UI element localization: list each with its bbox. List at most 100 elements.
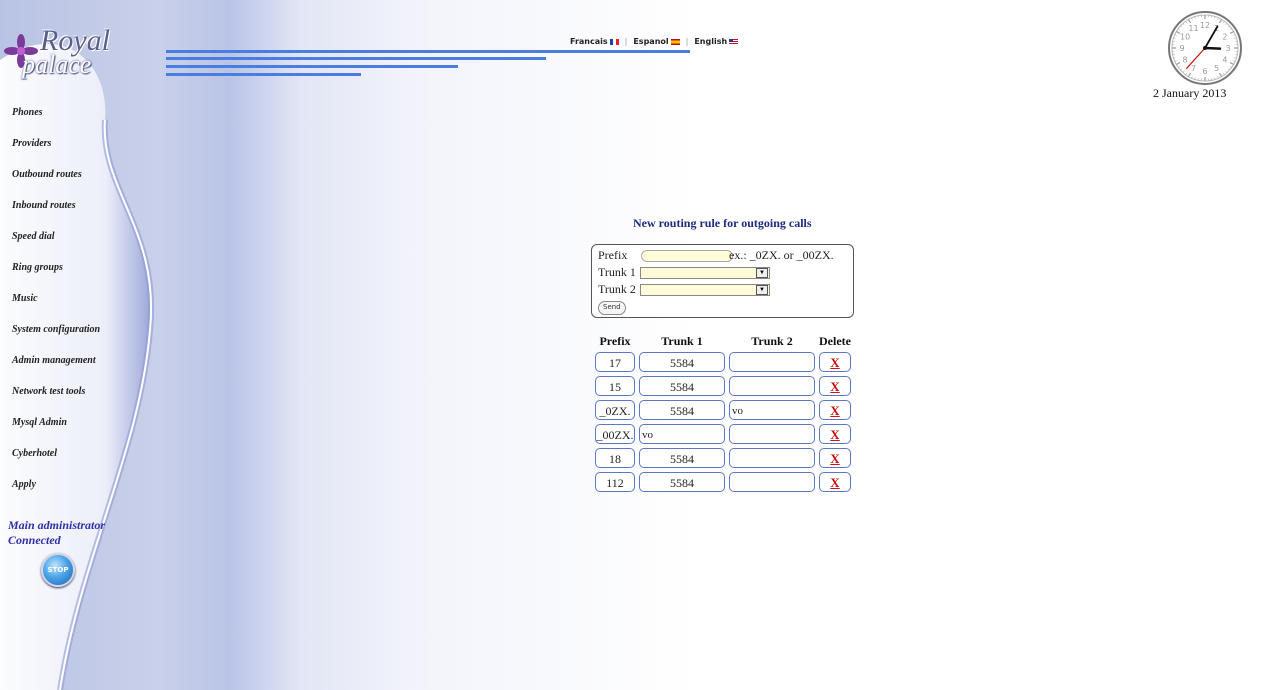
clock-numeral: 5 [1214,64,1219,73]
status-connected: Connected [8,533,61,547]
row-trunk1-field[interactable]: 5584 [639,400,725,420]
lang-english-label: English [694,37,728,46]
sidebar-link-admin-management[interactable]: Admin management [12,355,96,366]
delete-row-button[interactable]: X [819,352,851,372]
row-prefix-field[interactable]: 15 [595,376,635,396]
header-trunk2: Trunk 2 [751,334,793,348]
sidebar-item-inbound-routes: Inbound routes [12,193,100,224]
row-prefix-field[interactable]: 17 [595,352,635,372]
sidebar-item-outbound-routes: Outbound routes [12,162,100,193]
header-prefix: Prefix [599,334,631,348]
stop-logout-button[interactable]: STOP [41,553,75,587]
lang-francais-label: Francais [570,37,608,46]
sidebar-item-providers: Providers [12,131,100,162]
row-trunk2-field[interactable]: vo [729,400,815,420]
delete-row-button[interactable]: X [819,424,851,444]
table-header-row: Prefix Trunk 1 Trunk 2 Delete [594,334,852,349]
row-trunk1-field[interactable]: 5584 [639,352,725,372]
logo: Royal palace [4,24,124,94]
clock-numeral: 7 [1191,64,1196,73]
lang-english-link[interactable]: English [694,37,739,46]
sidebar-link-providers[interactable]: Providers [12,138,51,149]
trunk2-select[interactable]: ▼ [640,284,770,296]
sidebar-link-cyberhotel[interactable]: Cyberhotel [12,448,57,459]
table-row: 15 5584 X [594,375,852,397]
row-prefix-field[interactable]: 18 [595,448,635,468]
sidebar-item-admin-management: Admin management [12,348,100,379]
sidebar-link-apply[interactable]: Apply [12,479,36,490]
clock-date: 2 January 2013 [1153,86,1227,100]
clock-numeral: 2 [1222,33,1227,42]
row-trunk2-field[interactable] [729,472,815,492]
spain-flag-icon [670,39,680,45]
delete-row-button[interactable]: X [819,376,851,396]
prefix-input[interactable] [641,250,733,262]
chevron-down-icon: ▼ [756,268,768,278]
decorative-line [166,57,546,60]
row-trunk1-field[interactable]: 5584 [639,472,725,492]
row-prefix-field[interactable]: 112 [595,472,635,492]
row-trunk2-field[interactable] [729,376,815,396]
sidebar-item-apply: Apply [12,472,100,503]
login-status: Main administrator Connected [8,518,105,548]
form-title: New routing rule for outgoing calls [633,216,812,230]
delete-row-button[interactable]: X [819,448,851,468]
table-row: 112 5584 X [594,471,852,493]
clock-numeral: 11 [1188,24,1198,33]
sidebar-link-network-test-tools[interactable]: Network test tools [12,386,85,397]
usa-flag-icon [729,39,739,45]
lang-separator: | [685,37,689,46]
decorative-line [166,50,690,53]
table-row: 17 5584 X [594,351,852,373]
sidebar-link-speed-dial[interactable]: Speed dial [12,231,55,242]
trunk1-label: Trunk 1 [598,265,636,279]
clock-numeral: 6 [1202,67,1207,76]
sidebar-link-ring-groups[interactable]: Ring groups [12,262,63,273]
row-trunk2-field[interactable] [729,352,815,372]
table-row: 18 5584 X [594,447,852,469]
table-row: _00ZX. vo X [594,423,852,445]
clock-numeral: 12 [1200,21,1210,30]
lang-espanol-link[interactable]: Espanol [633,37,680,46]
trunk1-select[interactable]: ▼ [640,267,770,279]
sidebar-item-ring-groups: Ring groups [12,255,100,286]
header-trunk1: Trunk 1 [661,334,703,348]
chevron-down-icon: ▼ [756,285,768,295]
clock-numeral: 10 [1180,33,1190,42]
decorative-line [166,65,458,68]
sidebar-link-phones[interactable]: Phones [12,107,43,118]
sidebar-link-outbound-routes[interactable]: Outbound routes [12,169,82,180]
routing-rules-table: Prefix Trunk 1 Trunk 2 Delete 17 5584 X … [592,332,854,495]
logo-palace: palace [22,50,92,79]
row-trunk1-field[interactable]: vo [639,424,725,444]
france-flag-icon [609,39,619,45]
analog-clock: 123456789101112 [1168,11,1242,85]
lang-separator: | [624,37,628,46]
table-row: _0ZX. 5584 vo X [594,399,852,421]
sidebar-link-inbound-routes[interactable]: Inbound routes [12,200,76,211]
clock-numeral: 4 [1222,56,1227,65]
sidebar-item-system-configuration: System configuration [12,317,100,348]
delete-row-button[interactable]: X [819,400,851,420]
sidebar-link-music[interactable]: Music [12,293,38,304]
new-rule-form: Prefix ex.: _0ZX. or _00ZX. Trunk 1 ▼ Tr… [591,244,854,318]
sidebar-link-mysql-admin[interactable]: Mysql Admin [12,417,67,428]
sidebar-link-system-configuration[interactable]: System configuration [12,324,100,335]
prefix-example: ex.: _0ZX. or _00ZX. [729,248,834,262]
row-trunk2-field[interactable] [729,424,815,444]
sidebar-item-music: Music [12,286,100,317]
header-delete: Delete [819,334,851,348]
row-trunk2-field[interactable] [729,448,815,468]
sidebar-item-phones: Phones [12,100,100,131]
status-user: Main administrator [8,518,106,532]
sidebar-item-speed-dial: Speed dial [12,224,100,255]
delete-row-button[interactable]: X [819,472,851,492]
lang-francais-link[interactable]: Francais [570,37,619,46]
row-prefix-field[interactable]: _0ZX. [595,400,635,420]
clock-hour-hand [1203,46,1222,50]
row-prefix-field[interactable]: _00ZX. [595,424,635,444]
sidebar-item-cyberhotel: Cyberhotel [12,441,100,472]
row-trunk1-field[interactable]: 5584 [639,448,725,468]
row-trunk1-field[interactable]: 5584 [639,376,725,396]
send-button[interactable]: Send [598,301,626,315]
